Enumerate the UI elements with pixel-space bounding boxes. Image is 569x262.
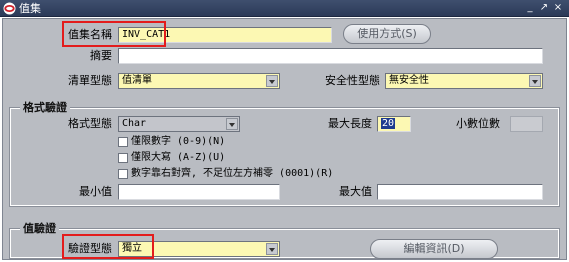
min-value-field[interactable] — [118, 184, 280, 200]
max-value-field[interactable] — [377, 184, 543, 200]
precision-field — [510, 116, 543, 132]
minimize-icon[interactable]: _ — [524, 2, 536, 14]
format-type-select[interactable]: Char — [118, 116, 240, 132]
max-size-field[interactable]: 20 — [377, 116, 411, 132]
min-value-label: 最小值 — [79, 185, 112, 198]
max-size-value: 20 — [381, 118, 396, 129]
description-field[interactable] — [118, 48, 543, 64]
oracle-app-icon — [3, 2, 16, 15]
right-justify-checkbox[interactable] — [118, 169, 128, 179]
close-icon[interactable]: × — [552, 2, 564, 14]
uppercase-only-checkbox[interactable] — [118, 153, 128, 163]
description-label: 摘要 — [90, 49, 112, 62]
chevron-down-icon[interactable] — [266, 243, 278, 255]
list-type-select[interactable]: 值清單 — [118, 73, 280, 89]
value-set-name-highlight — [62, 21, 166, 47]
value-validation-title: 值驗證 — [20, 222, 59, 236]
value-sets-window: 值集 _ ↗ × 值集名稱 INV_CAT1 使用方式(S) 摘要 清單型態 值… — [0, 0, 569, 262]
max-value-label: 最大值 — [339, 185, 372, 198]
numbers-only-label: 僅限數字 (0-9)(N) — [131, 136, 226, 147]
chevron-down-icon[interactable] — [226, 118, 238, 130]
format-validation-title: 格式驗證 — [20, 101, 70, 115]
format-type-label: 格式型態 — [68, 117, 112, 130]
window-title: 值集 — [19, 2, 41, 15]
numbers-only-checkbox[interactable] — [118, 137, 128, 147]
chevron-down-icon[interactable] — [529, 75, 541, 87]
title-bar: 值集 _ ↗ × — [0, 0, 569, 17]
maximize-icon[interactable]: ↗ — [538, 2, 550, 14]
list-type-label: 清單型態 — [68, 74, 112, 87]
right-justify-label: 數字靠右對齊, 不足位左方補零 (0001)(R) — [131, 168, 334, 179]
security-type-value: 無安全性 — [389, 75, 429, 86]
validation-type-highlight — [62, 234, 154, 259]
security-type-select[interactable]: 無安全性 — [385, 73, 543, 89]
format-type-value: Char — [122, 118, 147, 129]
max-size-label: 最大長度 — [328, 117, 372, 130]
security-type-label: 安全性型態 — [325, 74, 380, 87]
list-type-value: 值清單 — [122, 75, 152, 86]
edit-information-button[interactable]: 編輯資訊(D) — [370, 239, 498, 259]
chevron-down-icon[interactable] — [266, 75, 278, 87]
precision-label: 小數位數 — [456, 117, 500, 130]
uppercase-only-label: 僅限大寫 (A-Z)(U) — [131, 152, 226, 163]
usage-button[interactable]: 使用方式(S) — [343, 24, 431, 44]
